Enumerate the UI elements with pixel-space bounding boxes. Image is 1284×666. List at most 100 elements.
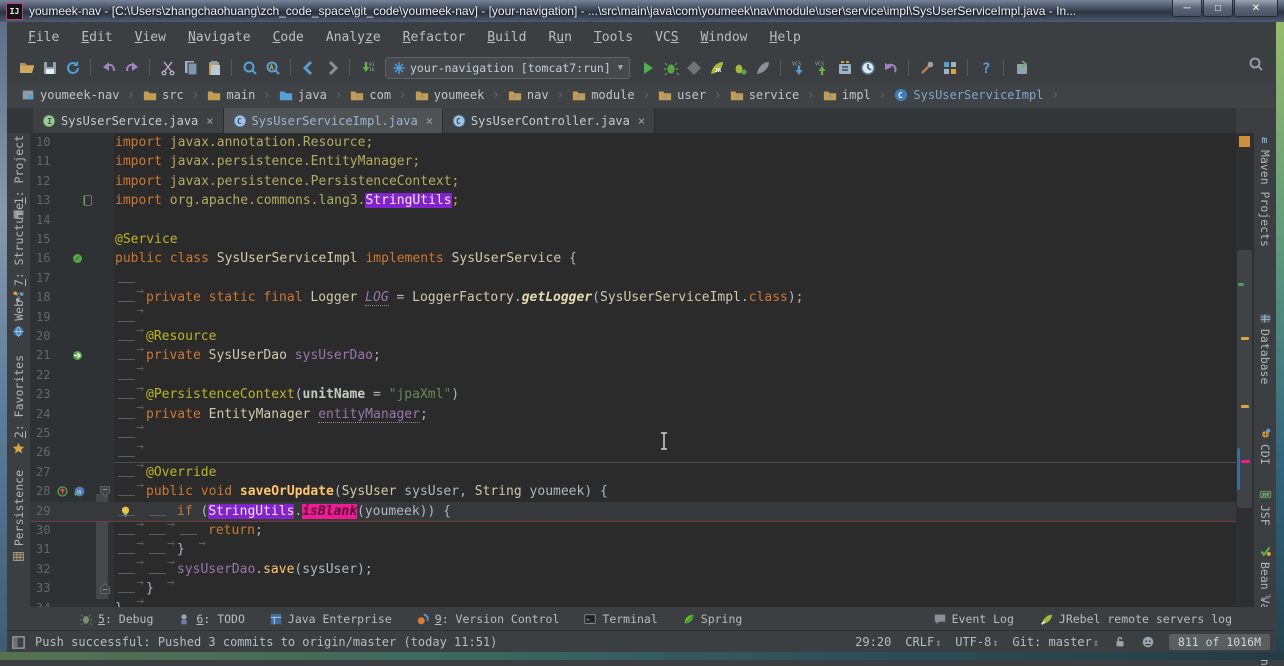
- code-line-22[interactable]: 22: [30, 366, 1236, 385]
- profile-button[interactable]: [751, 56, 774, 79]
- code-line-30[interactable]: 30return;: [30, 521, 1236, 540]
- code-line-14[interactable]: 14: [30, 211, 1236, 230]
- code-line-34[interactable]: 34}: [30, 599, 1236, 607]
- code-line-12[interactable]: 12import javax.persistence.PersistenceCo…: [30, 172, 1236, 191]
- sync-button[interactable]: [61, 56, 84, 79]
- code-line-31[interactable]: 31}: [30, 540, 1236, 559]
- menu-view[interactable]: View: [124, 28, 177, 47]
- fold-mark-icon[interactable]: [80, 193, 95, 208]
- lock-icon[interactable]: [1113, 635, 1127, 649]
- jrebel-sync-button[interactable]: [1010, 56, 1033, 79]
- code-line-24[interactable]: 24private EntityManager entityManager;: [30, 405, 1236, 424]
- tab-sysuserserviceimpl-java[interactable]: CSysUserServiceImpl.java×: [224, 108, 443, 133]
- code-editor[interactable]: 10import javax.annotation.Resource;11imp…: [30, 133, 1236, 607]
- code-line-20[interactable]: 20@Resource: [30, 327, 1236, 346]
- tool-button-maven-projects[interactable]: mMaven Projects: [1254, 133, 1276, 247]
- close-icon[interactable]: ×: [426, 114, 433, 128]
- changes-button[interactable]: [833, 56, 856, 79]
- tool-button-database[interactable]: Database: [1254, 312, 1276, 384]
- cut-button[interactable]: [156, 56, 179, 79]
- open-button[interactable]: [15, 56, 38, 79]
- breadcrumb-java[interactable]: java: [277, 87, 329, 103]
- tool-button-persistence[interactable]: Persistence: [7, 470, 30, 563]
- vcs-commit-button[interactable]: VCS: [810, 56, 833, 79]
- history-button[interactable]: [856, 56, 879, 79]
- memory-indicator[interactable]: 811 of 1016M: [1169, 634, 1270, 650]
- code-line-16[interactable]: 16public class SysUserServiceImpl implem…: [30, 249, 1236, 268]
- code-line-17[interactable]: 17: [30, 269, 1236, 288]
- rollback-button[interactable]: [879, 56, 902, 79]
- tool-button-9-version-control[interactable]: 9: Version Control: [416, 612, 560, 626]
- forward-button[interactable]: [320, 56, 343, 79]
- code-line-29[interactable]: 29if (StringUtils.isBlank(youmeek)) {: [30, 502, 1236, 522]
- search-everywhere-icon[interactable]: [1248, 56, 1264, 76]
- vcs-update-button[interactable]: VCS: [787, 56, 810, 79]
- tool-button-6-todo[interactable]: 6: TODO: [177, 612, 244, 626]
- code-line-19[interactable]: 19: [30, 308, 1236, 327]
- run-configuration-combo[interactable]: your-navigation [tomcat7:run]▼: [385, 57, 630, 79]
- stripe-mark[interactable]: [1241, 460, 1250, 463]
- stripe-mark[interactable]: [1238, 283, 1244, 286]
- fold-marker-icon[interactable]: [98, 581, 113, 596]
- breadcrumb-youmeek-nav[interactable]: youmeek-nav: [19, 87, 121, 103]
- code-line-32[interactable]: 32sysUserDao.save(sysUser);: [30, 560, 1236, 579]
- code-line-33[interactable]: 33}: [30, 579, 1236, 598]
- close-button[interactable]: ✕: [1234, 0, 1278, 17]
- menu-analyze[interactable]: Analyze: [315, 28, 392, 47]
- breadcrumb-src[interactable]: src: [141, 87, 186, 103]
- code-line-15[interactable]: 15@Service: [30, 230, 1236, 249]
- encoding-selector[interactable]: UTF-8↕: [955, 635, 998, 649]
- code-line-26[interactable]: 26: [30, 443, 1236, 462]
- menu-navigate[interactable]: Navigate: [177, 28, 262, 47]
- tool-button-jrebel-remote-servers-log[interactable]: JRebel remote servers log: [1040, 612, 1232, 626]
- back-button[interactable]: [297, 56, 320, 79]
- jrebel-run-button[interactable]: JR: [705, 56, 728, 79]
- tool-button-jsf[interactable]: JSFJSF: [1254, 488, 1276, 526]
- menu-file[interactable]: File: [17, 28, 70, 47]
- jrebel-icon[interactable]: m: [72, 484, 87, 499]
- code-line-18[interactable]: 18private static final Logger LOG = Logg…: [30, 288, 1236, 307]
- breadcrumb-module[interactable]: module: [570, 87, 636, 103]
- tool-button-7-structure[interactable]: 7: Structure: [7, 203, 30, 303]
- code-line-27[interactable]: 27@Override: [30, 463, 1236, 482]
- error-stripe[interactable]: [1236, 133, 1254, 607]
- stripe-mark[interactable]: [1241, 337, 1249, 340]
- jrebel-debug-button[interactable]: [728, 56, 751, 79]
- code-line-21[interactable]: 21private SysUserDao sysUserDao;: [30, 346, 1236, 365]
- code-line-13[interactable]: 13import org.apache.commons.lang3.String…: [30, 191, 1236, 210]
- file-status-indicator[interactable]: [1239, 136, 1250, 147]
- run-button[interactable]: [636, 56, 659, 79]
- undo-button[interactable]: [97, 56, 120, 79]
- tab-sysusercontroller-java[interactable]: CSysUserController.java×: [443, 108, 655, 133]
- paste-button[interactable]: [202, 56, 225, 79]
- code-line-25[interactable]: 25: [30, 424, 1236, 443]
- breadcrumb-nav[interactable]: nav: [506, 87, 551, 103]
- menu-refactor[interactable]: Refactor: [392, 28, 477, 47]
- fold-marker-icon[interactable]: [98, 484, 113, 499]
- menu-edit[interactable]: Edit: [70, 28, 123, 47]
- breadcrumb-user[interactable]: user: [656, 87, 708, 103]
- git-branch-selector[interactable]: Git: master↕: [1012, 635, 1099, 649]
- breadcrumb-sysuserserviceimpl[interactable]: CSysUserServiceImpl: [892, 87, 1045, 103]
- code-line-10[interactable]: 10import javax.annotation.Resource;: [30, 133, 1236, 152]
- settings-button[interactable]: [915, 56, 938, 79]
- make-button[interactable]: 0110: [356, 56, 379, 79]
- tool-button-web[interactable]: Web: [7, 300, 30, 338]
- find-button[interactable]: [238, 56, 261, 79]
- override-icon[interactable]: [55, 484, 70, 499]
- redo-button[interactable]: [120, 56, 143, 79]
- line-ending-selector[interactable]: CRLF↕: [905, 635, 941, 649]
- save-button[interactable]: [38, 56, 61, 79]
- spring-autowire-icon[interactable]: [70, 348, 85, 363]
- hector-inspection-icon[interactable]: [1141, 635, 1155, 649]
- close-icon[interactable]: ×: [206, 114, 213, 128]
- replace-button[interactable]: A: [261, 56, 284, 79]
- toolwindow-toggle-icon[interactable]: [11, 635, 26, 650]
- code-line-11[interactable]: 11import javax.persistence.EntityManager…: [30, 152, 1236, 171]
- spring-bean-icon[interactable]: [70, 251, 85, 266]
- tool-button-event-log[interactable]: Event Log: [933, 612, 1014, 626]
- code-line-23[interactable]: 23@PersistenceContext(unitName = "jpaXml…: [30, 385, 1236, 404]
- code-line-28[interactable]: 28mpublic void saveOrUpdate(SysUser sysU…: [30, 482, 1236, 501]
- close-icon[interactable]: ×: [638, 114, 645, 128]
- coverage-button[interactable]: [682, 56, 705, 79]
